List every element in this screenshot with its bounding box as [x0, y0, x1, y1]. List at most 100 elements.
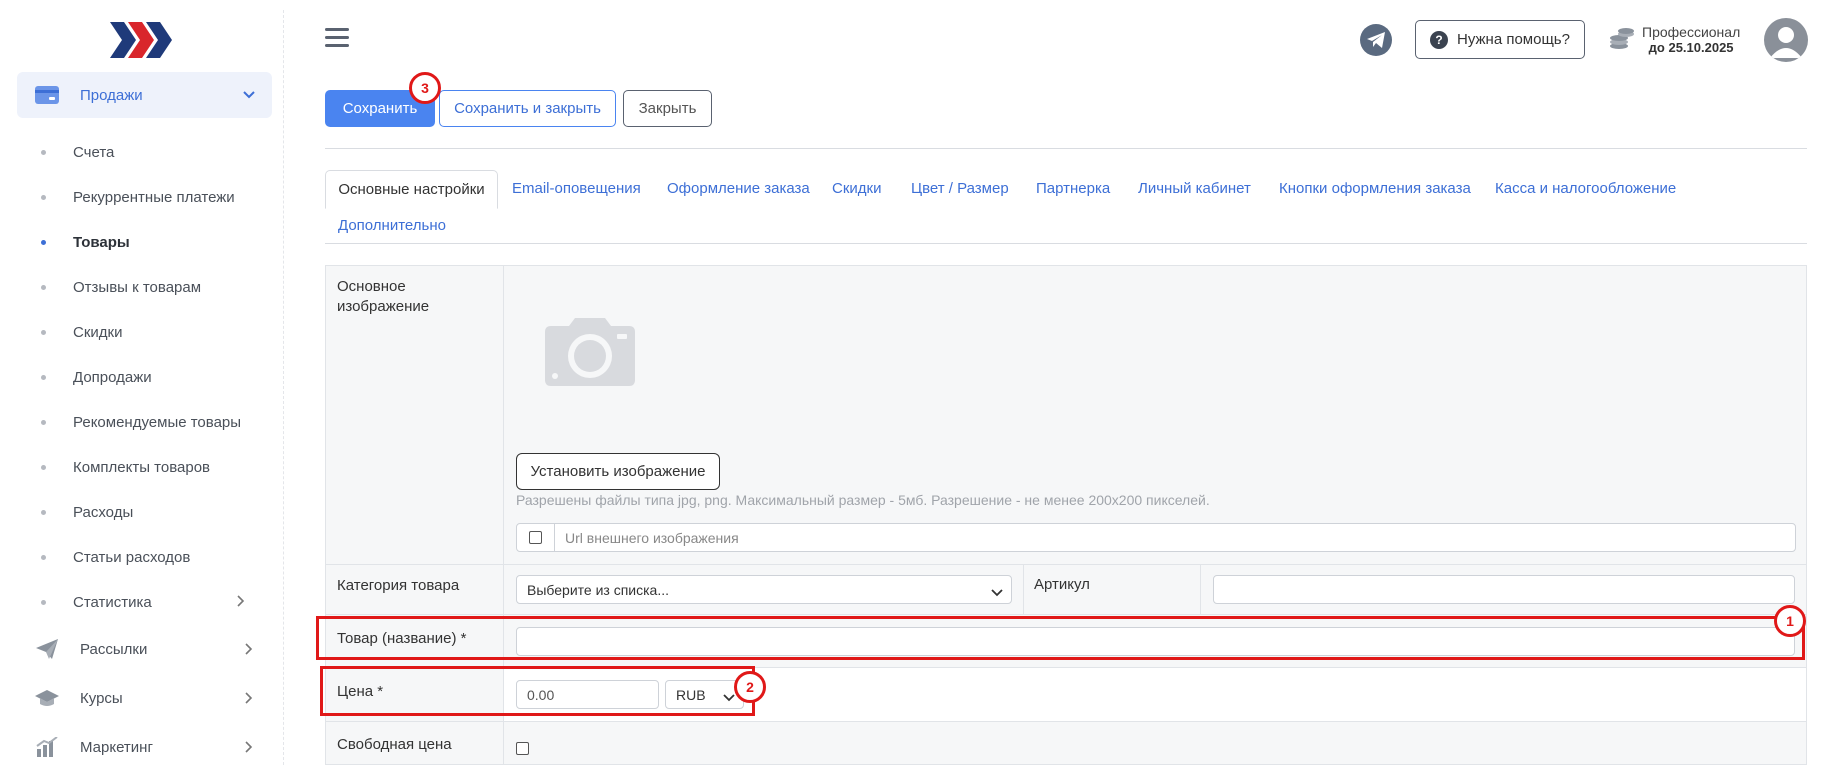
price-input[interactable]: 0.00 [516, 680, 659, 709]
tab-additional[interactable]: Дополнительно [338, 217, 446, 234]
question-icon: ? [1430, 30, 1449, 49]
sidebar-item-label: Рекуррентные платежи [73, 188, 235, 206]
product-name-row: Товар (название) * [326, 614, 1806, 667]
sidebar-subitem-expenses[interactable]: Расходы [41, 498, 133, 526]
sidebar-item-label: Товары [73, 233, 130, 251]
bullet-icon [41, 194, 46, 200]
sidebar-item-marketing[interactable]: Маркетинг [17, 724, 272, 765]
telegram-icon[interactable] [1360, 24, 1392, 56]
tab-color-size[interactable]: Цвет / Размер [911, 180, 1009, 197]
user-icon [1770, 27, 1802, 58]
bullet-icon [41, 284, 46, 290]
currency-select[interactable]: RUB [665, 680, 744, 709]
bullet-icon [41, 149, 46, 155]
camera-icon [541, 316, 639, 388]
sidebar-item-label: Допродажи [73, 368, 152, 386]
sidebar-item-mailings[interactable]: Рассылки [17, 626, 272, 672]
app-root: Продажи Счета Рекуррентные платежи Товар… [0, 0, 1821, 765]
bullet-icon [41, 509, 46, 515]
plan-name: Профессионал [1642, 24, 1741, 40]
sidebar-subitem-products[interactable]: Товары [41, 228, 130, 256]
bullet-icon [41, 329, 46, 335]
sidebar-item-courses[interactable]: Курсы [17, 675, 272, 721]
annotation-badge-1: 1 [1774, 605, 1806, 637]
sidebar-subitem-upsells[interactable]: Допродажи [41, 363, 152, 391]
help-button[interactable]: ? Нужна помощь? [1415, 20, 1585, 59]
card-icon [34, 84, 60, 106]
sidebar-subitem-bundles[interactable]: Комплекты товаров [41, 453, 210, 481]
logo[interactable] [110, 22, 174, 58]
category-label: Категория товара [326, 565, 504, 614]
paper-plane-icon [34, 638, 60, 660]
tab-cashbox-tax[interactable]: Касса и налогообложение [1495, 180, 1676, 197]
tab-email-notifications[interactable]: Email-оповещения [512, 180, 641, 197]
price-label: Цена * [326, 668, 504, 721]
sidebar-subitem-statistics[interactable]: Статистика [41, 588, 251, 616]
chevron-down-icon [242, 88, 256, 102]
sidebar-item-label: Расходы [73, 503, 134, 521]
chevrons-logo-icon [110, 22, 172, 58]
sku-input[interactable] [1213, 575, 1795, 604]
free-price-row: Свободная цена [326, 721, 1806, 765]
graduation-cap-icon [34, 687, 60, 709]
sku-label: Артикул [1023, 565, 1201, 614]
tab-personal-cabinet[interactable]: Личный кабинет [1138, 180, 1251, 197]
chevron-down-icon [991, 584, 1003, 600]
tab-checkout-design[interactable]: Оформление заказа [667, 180, 810, 197]
sidebar-subitem-invoices[interactable]: Счета [41, 138, 114, 166]
save-and-close-button[interactable]: Сохранить и закрыть [439, 90, 616, 127]
sidebar-item-label: Скидки [73, 323, 123, 341]
tab-checkout-buttons[interactable]: Кнопки оформления заказа [1279, 180, 1471, 197]
sidebar-item-label: Продажи [80, 86, 143, 104]
sidebar-item-sales[interactable]: Продажи [17, 72, 272, 118]
external-url-input[interactable] [555, 524, 1795, 551]
sidebar-item-label: Статьи расходов [73, 548, 191, 566]
tab-discounts[interactable]: Скидки [832, 180, 881, 197]
sidebar-subitem-recurring[interactable]: Рекуррентные платежи [41, 183, 235, 211]
main-image-label: Основное изображение [326, 266, 504, 564]
price-row: Цена * 0.00 RUB [326, 667, 1806, 721]
sidebar-item-label: Маркетинг [80, 738, 153, 756]
sidebar-subitem-expense-items[interactable]: Статьи расходов [41, 543, 190, 571]
external-url-field [516, 523, 1796, 552]
close-button[interactable]: Закрыть [623, 90, 712, 127]
sidebar-item-label: Курсы [80, 689, 123, 707]
bullet-icon [41, 239, 46, 245]
tab-affiliate[interactable]: Партнерка [1036, 180, 1110, 197]
sidebar: Продажи Счета Рекуррентные платежи Товар… [0, 10, 284, 765]
bullet-icon [41, 374, 46, 380]
annotation-badge-3: 3 [409, 72, 441, 104]
product-form: Основное изображение Установить изображе… [325, 265, 1807, 765]
external-url-checkbox[interactable] [529, 531, 542, 544]
chevron-right-icon [237, 594, 245, 611]
bullet-icon [41, 599, 46, 605]
tabs-divider [325, 243, 1807, 244]
bullet-icon [41, 419, 46, 425]
chevron-down-icon [723, 689, 735, 705]
plan-info[interactable]: Профессионал до 25.10.2025 [1608, 24, 1740, 56]
bullet-icon [41, 464, 46, 470]
avatar[interactable] [1764, 18, 1808, 62]
bar-chart-icon [34, 736, 60, 758]
sidebar-subitem-discounts[interactable]: Скидки [41, 318, 122, 346]
category-row: Категория товара Выберите из списка... А… [326, 564, 1806, 614]
category-select-value: Выберите из списка... [527, 581, 670, 598]
coins-icon [1608, 26, 1636, 54]
sidebar-item-label: Счета [73, 143, 115, 161]
divider [325, 148, 1807, 149]
menu-toggle-icon[interactable] [325, 28, 349, 50]
help-button-label: Нужна помощь? [1457, 31, 1570, 48]
category-select[interactable]: Выберите из списка... [516, 575, 1012, 604]
bullet-icon [41, 554, 46, 560]
upload-image-button[interactable]: Установить изображение [516, 453, 720, 490]
sidebar-subitem-reviews[interactable]: Отзывы к товарам [41, 273, 201, 301]
sidebar-item-label: Рассылки [80, 640, 148, 658]
product-name-input[interactable] [516, 627, 1795, 656]
tab-main-settings[interactable]: Основные настройки [325, 170, 498, 209]
free-price-checkbox[interactable] [516, 742, 529, 755]
product-name-label: Товар (название) * [326, 615, 504, 667]
sidebar-item-label: Комплекты товаров [73, 458, 210, 476]
plan-expiry: до 25.10.2025 [1648, 40, 1734, 55]
main-image-row: Основное изображение Установить изображе… [326, 266, 1806, 564]
sidebar-subitem-recommended[interactable]: Рекомендуемые товары [41, 408, 241, 436]
